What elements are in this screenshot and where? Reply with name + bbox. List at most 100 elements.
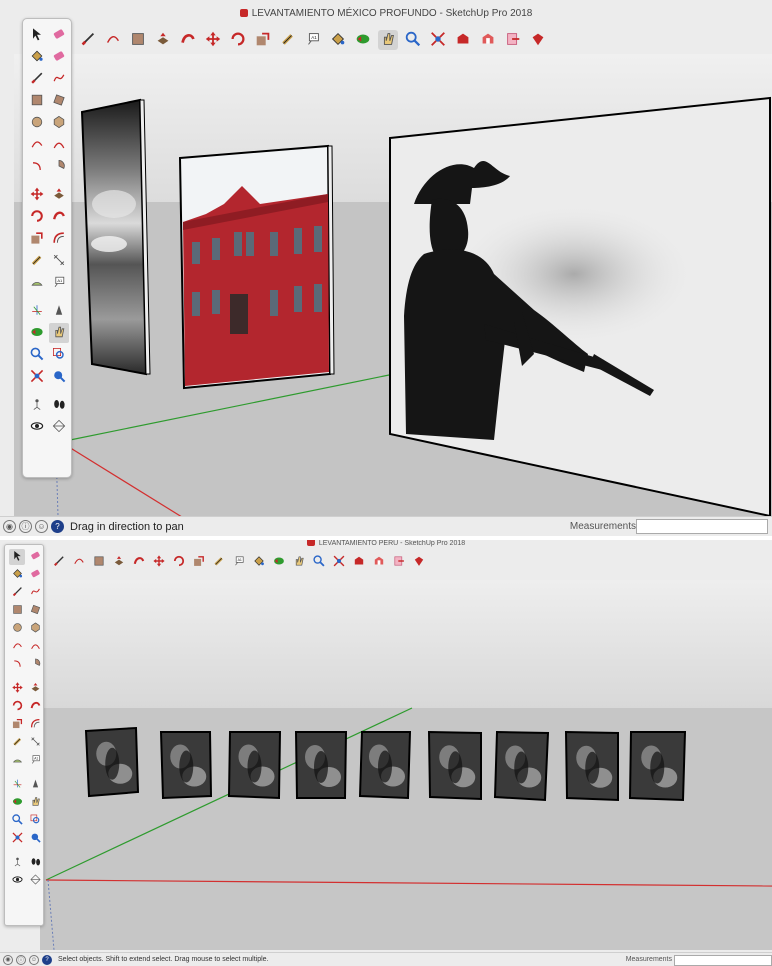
zoom-palette-button[interactable]	[27, 345, 47, 365]
photo-crowd[interactable]	[493, 730, 550, 802]
offset-palette-button[interactable]	[49, 229, 69, 249]
look-around-palette-button[interactable]	[9, 873, 25, 889]
move-palette-button[interactable]	[9, 681, 25, 697]
move-tool-button[interactable]	[150, 554, 167, 571]
ruby-tool-button[interactable]	[528, 30, 548, 50]
model-viewport[interactable]	[14, 54, 772, 516]
panel-clouds[interactable]	[80, 98, 151, 376]
previous-view-palette-button[interactable]	[27, 831, 43, 847]
eraser-alt-palette-button[interactable]	[27, 567, 43, 583]
pan-palette-button[interactable]	[27, 795, 43, 811]
previous-view-palette-button[interactable]	[49, 367, 69, 387]
paint-bucket-palette-button[interactable]	[27, 47, 47, 67]
panel-red-building[interactable]	[178, 144, 335, 390]
dimension-palette-button[interactable]	[27, 735, 43, 751]
rotated-rectangle-palette-button[interactable]	[27, 603, 43, 619]
credits-icon[interactable]: ⓘ	[19, 520, 32, 533]
pie-palette-button[interactable]	[27, 657, 43, 673]
line-palette-button[interactable]	[27, 69, 47, 89]
section-plane-palette-button[interactable]	[49, 417, 69, 437]
ruby-tool-button[interactable]	[410, 554, 427, 571]
orbit-palette-button[interactable]	[27, 323, 47, 343]
eraser-alt-palette-button[interactable]	[49, 47, 69, 67]
line-tool-button[interactable]	[50, 554, 67, 571]
pie-palette-button[interactable]	[49, 157, 69, 177]
credits-icon[interactable]: ⓘ	[16, 954, 26, 965]
scene-3d[interactable]	[14, 54, 772, 516]
polygon-palette-button[interactable]	[49, 113, 69, 133]
user-icon[interactable]: ☺	[29, 954, 39, 965]
axes-palette-button[interactable]	[9, 777, 25, 793]
arc-palette-button[interactable]	[9, 639, 25, 655]
scale-tool-button[interactable]	[253, 30, 273, 50]
warehouse-tool-button[interactable]	[453, 30, 473, 50]
eraser-palette-button[interactable]	[49, 25, 69, 45]
rectangle-tool-button[interactable]	[128, 30, 148, 50]
three-point-arc-palette-button[interactable]	[9, 657, 25, 673]
photo-hands[interactable]	[294, 731, 348, 799]
rotated-rectangle-palette-button[interactable]	[49, 91, 69, 111]
rectangle-palette-button[interactable]	[9, 603, 25, 619]
push-pull-palette-button[interactable]	[49, 185, 69, 205]
3d-text-palette-button[interactable]	[49, 301, 69, 321]
rotate-palette-button[interactable]	[9, 699, 25, 715]
text-palette-button[interactable]: A1	[27, 753, 43, 769]
section-plane-palette-button[interactable]	[27, 873, 43, 889]
scene-3d[interactable]	[40, 580, 772, 950]
photo-street[interactable]	[564, 730, 619, 802]
photo-women-street[interactable]	[628, 731, 687, 802]
axes-palette-button[interactable]	[27, 301, 47, 321]
extension-warehouse-tool-button[interactable]	[370, 554, 387, 571]
position-camera-palette-button[interactable]	[27, 395, 47, 415]
zoom-palette-button[interactable]	[9, 813, 25, 829]
rectangle-tool-button[interactable]	[90, 554, 107, 571]
photo-musicians[interactable]	[358, 731, 412, 800]
look-around-palette-button[interactable]	[27, 417, 47, 437]
photo-ruins[interactable]	[84, 726, 140, 798]
rotate-tool-button[interactable]	[228, 30, 248, 50]
follow-me-palette-button[interactable]	[49, 207, 69, 227]
line-palette-button[interactable]	[9, 585, 25, 601]
push-pull-tool-button[interactable]	[110, 554, 127, 571]
freehand-palette-button[interactable]	[49, 69, 69, 89]
zoom-tool-button[interactable]	[310, 554, 327, 571]
model-viewport[interactable]	[40, 580, 772, 950]
position-camera-palette-button[interactable]	[9, 855, 25, 871]
rotate-tool-button[interactable]	[170, 554, 187, 571]
arc-tool-button[interactable]	[103, 30, 123, 50]
walk-palette-button[interactable]	[49, 395, 69, 415]
send-to-layout-tool-button[interactable]	[390, 554, 407, 571]
zoom-extents-palette-button[interactable]	[9, 831, 25, 847]
rectangle-palette-button[interactable]	[27, 91, 47, 111]
tape-measure-tool-button[interactable]	[278, 30, 298, 50]
user-icon[interactable]: ☺	[35, 520, 48, 533]
orbit-palette-button[interactable]	[9, 795, 25, 811]
measurements-input[interactable]	[636, 519, 768, 534]
photo-portrait-man[interactable]	[227, 731, 282, 800]
arc-tool-button[interactable]	[70, 554, 87, 571]
orbit-tool-button[interactable]	[270, 554, 287, 571]
paint-bucket-palette-button[interactable]	[9, 567, 25, 583]
follow-me-tool-button[interactable]	[130, 554, 147, 571]
push-pull-tool-button[interactable]	[153, 30, 173, 50]
help-icon[interactable]: ?	[42, 954, 52, 965]
geolocation-icon[interactable]: ◉	[3, 520, 16, 533]
3d-text-palette-button[interactable]	[27, 777, 43, 793]
rotate-palette-button[interactable]	[27, 207, 47, 227]
protractor-palette-button[interactable]	[27, 273, 47, 293]
walk-palette-button[interactable]	[27, 855, 43, 871]
two-point-arc-palette-button[interactable]	[49, 135, 69, 155]
tape-measure-tool-button[interactable]	[210, 554, 227, 571]
three-point-arc-palette-button[interactable]	[27, 157, 47, 177]
photo-woman-child[interactable]	[427, 730, 482, 801]
circle-palette-button[interactable]	[9, 621, 25, 637]
freehand-palette-button[interactable]	[27, 585, 43, 601]
geolocation-icon[interactable]: ◉	[3, 954, 13, 965]
polygon-palette-button[interactable]	[27, 621, 43, 637]
follow-me-tool-button[interactable]	[178, 30, 198, 50]
arc-palette-button[interactable]	[27, 135, 47, 155]
select-palette-button[interactable]	[9, 549, 25, 565]
eraser-palette-button[interactable]	[27, 549, 43, 565]
send-to-layout-tool-button[interactable]	[503, 30, 523, 50]
move-palette-button[interactable]	[27, 185, 47, 205]
